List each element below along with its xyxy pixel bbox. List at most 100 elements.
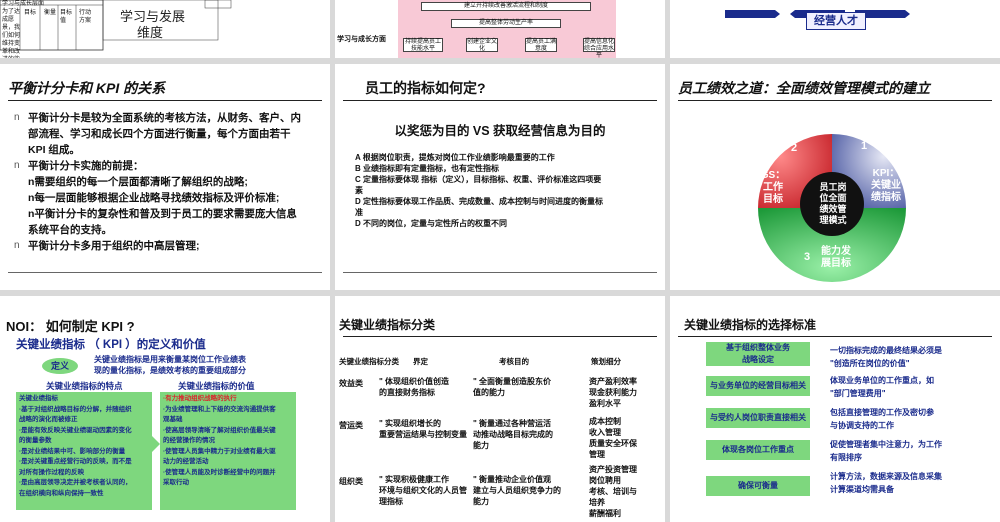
kpi-cat-purpose-line: 建立与人员组织竞争力的 [473,486,561,495]
model-seg1-line: 绩指标 [871,192,901,203]
bsc-bullet-2: 平衡计分卡实施的前提： [28,160,144,172]
kpi-cat-header: 界定 [413,357,428,366]
kpi-cat-header: 关键业绩指标分类 [339,357,399,366]
kpi-value-line-first: ·有力推动组织战略的执行 [163,395,237,402]
kpi-sel-desc-line: "创造所在岗位的价值" [830,359,910,368]
kpi-cat-detail: 资产盈利效率 现金获利能力 盈利水平 [589,376,661,409]
kpi-value-line: ·为业绩管理和上下级的交流沟通提供客 [163,405,276,413]
kpi-sel-title-rule [678,336,992,337]
strategy-box-it: 提高信息化综合应用水平 [583,38,615,58]
emp-title-rule [343,100,657,101]
kpi-sel-desc: 体现业务单位的工作重点，如 "部门管理费用" [830,374,990,400]
slide-kpi-selection[interactable]: 关键业绩指标的选择标准 基于组织整体业务 战略设定 一切指标完成的最终结果必须是… [670,296,1000,522]
kpi-cat-purpose-line: " 全面衡量创造股东价 [473,377,552,386]
kpi-feature-line: 在组织横向和纵向保持一致性 [19,489,104,497]
kpi-features-box: 关键业绩指标 ·基于对组织战略目标的分解，并随组织 战略的演化而被修正 ·是能有… [16,392,152,510]
kpi-value-title: 关键业绩指标的价值 [178,381,255,391]
kpi-cat-def-line: 重要营运结果与控制变量 [379,430,467,439]
model-title: 员工绩效之道：全面绩效管理模式的建立 [678,80,930,96]
kpi-feature-line: 的衡量参数 [19,437,52,444]
kpi-cat-detail-line: 资产投资管理 [589,465,637,474]
table-col-target-value: 目标值 [60,10,73,24]
kpi-sel-desc: 计算方法，数据来源及信息采集 计算渠道均需具备 [830,470,990,496]
kpi-feature-line: ·是由高层领导决定并被考核者认同的， [19,479,132,486]
kpi-feature-line: ·是对关键重点经营行动的反映，而不是 [19,458,132,465]
kpi-def-line: 关键业绩指标是用来衡量某岗位工作业绩表 [94,355,246,364]
model-seg3-text: 能力发 展目标 [816,246,856,270]
kpi-sel-desc-line: 促使管理者集中注意力，为工作 [830,440,942,449]
bsc-bullet-1-line1: 平衡计分卡是较为全面系统的考核方法，从财务、客户、内 [28,112,301,124]
slide-performance-model[interactable]: 员工绩效之道：全面绩效管理模式的建立 员工岗 位全面 绩效管 理模式 1 KPI… [670,64,1000,290]
kpi-sel-desc-line: 一切指标完成的最终结果必须是 [830,346,942,355]
kpi-feature-line: 战略的演化而被修正 [19,416,78,423]
kpi-cat-detail: 成本控制 收入管理 质量安全环保 管理 [589,416,661,460]
emp-line: A 根据岗位职责，提炼对岗位工作业绩影响最重要的工作 [355,153,555,162]
kpi-value-line: ·使高层领导清晰了解对组织价值最关键 [163,426,276,434]
kpi-cat-category: 组织类 [339,477,363,486]
model-seg1-line: 关键业 [871,180,901,191]
kpi-cat-detail-line: 培养 [589,498,605,507]
kpi-sel-desc-line: 包括直接管理的工作及密切参 [830,408,934,417]
kpi-cat-detail-line: 现金获利能力 [589,388,637,397]
kpi-cat-def-line: 环境与组织文化的人员管 [379,486,467,495]
model-seg2-num: 2 [791,142,798,154]
kpi-sel-criterion: 确保可衡量 [706,476,810,496]
slide-talent[interactable]: 经营人才 [670,0,1000,58]
kpi-cat-def: " 实现积极健康工作 环境与组织文化的人员管 理指标 [379,474,473,507]
kpi-cat-purpose: " 全面衡量创造股东价 值的能力 [473,376,573,398]
model-seg1-text: KPI： 关键业 绩指标 [866,168,906,204]
kpi-arrow-icon [152,436,160,452]
strategy-row-productivity: 提高整体劳动生产率 [451,19,561,28]
model-seg3-num: 3 [804,251,811,263]
kpi-feature-line: ·是对业绩结果中可、影响部分的衡量 [19,447,126,455]
model-seg3-line: 展目标 [821,258,851,269]
learning-caption-line2: 维度 [137,25,164,40]
model-center-line: 绩效管 [819,204,847,214]
table-header-label: 学习与成长层面 [2,1,45,7]
slide-bsc-kpi[interactable]: 平衡计分卡和 KPI 的关系 n 平衡计分卡是较为全面系统的考核方法，从财务、客… [0,64,330,290]
kpi-cat-purpose-line: 动推动战略目标完成的 [473,430,553,439]
kpi-feature-line: ·基于对组织战略目标的分解，并随组织 [19,405,132,413]
kpi-cat-def-line: " 实现积极健康工作 [379,475,450,484]
kpi-cat-def: " 实现组织增长的 重要营运结果与控制变量 [379,418,473,440]
kpi-def-line: 现的量化指标，是绩效考核的重要组成部分 [94,366,246,375]
kpi-def-text: 关键业绩指标是用来衡量某岗位工作业绩表 现的量化指标，是绩效考核的重要组成部分 [94,354,294,376]
kpi-cat-title-rule [343,336,657,337]
kpi-cat-detail-line: 管理 [589,450,605,459]
model-seg2-line: GS： [760,170,786,181]
kpi-sel-desc-line: 计算渠道均需具备 [830,485,894,494]
emp-line: 准 [355,208,363,217]
slide-learning-growth-table[interactable]: 学习与成长层面 为了达成愿景，我们如何维持变革和改进的能力？ 目标 衡量 目标值… [0,0,330,58]
kpi-sel-criterion: 体现各岗位工作重点 [706,440,810,460]
bsc-bullet-1-line2: 部流程、学习和成长四个方面进行衡量，每个方面由若干 [28,128,291,140]
kpi-cat-purpose-line: 能力 [473,441,489,450]
emp-line: C 定量指标要体现 指标（定义），目标指标、权重、评价标准这四项要 [355,175,602,184]
slide-employee-indicators[interactable]: 员工的指标如何定? 以奖惩为目的 VS 获取经营信息为目的 A 根据岗位职责，提… [335,64,665,290]
kpi-cat-header: 考核目的 [499,357,529,366]
kpi-value-line: ·使管理人员集中精力于对业绩有最大驱 [163,447,276,455]
model-seg2-line: 目标 [763,194,783,205]
kpi-value-line: 动力的经营活动 [163,458,209,465]
kpi-sel-desc-line: 有限排序 [830,453,862,462]
kpi-cat-header: 策划细分 [591,357,621,366]
bsc-bullet-mark: n [14,160,20,171]
kpi-cat-category: 营运类 [339,421,363,430]
kpi-cat-detail-line: 考核、培训与 [589,487,637,496]
emp-line: 素 [355,186,363,195]
bsc-bottom-rule [8,272,322,273]
kpi-sel-desc-line: 与协调支持的工作 [830,421,894,430]
bsc-bullet-mark: n [14,112,20,123]
bsc-bullet-3: 平衡计分卡多用于组织的中高层管理; [28,240,200,252]
slide-kpi-categories[interactable]: 关键业绩指标分类 关键业绩指标分类 界定 考核目的 策划细分 效益类 " 体现组… [335,296,665,522]
slide-strategy-map[interactable]: 学习与成长方面 建立开持续改善激活流程和制度 提高整体劳动生产率 持续提高员工技… [335,0,665,58]
kpi-cat-purpose: " 衡量推动企业价值观 建立与人员组织竞争力的 能力 [473,474,573,507]
bsc-bullet-mark: n [14,240,20,251]
model-title-rule [678,100,992,101]
kpi-def-title: NOI： 如何制定 KPI ? [6,319,135,334]
slide-kpi-definition[interactable]: NOI： 如何制定 KPI ? 关键业绩指标 （ KPI ）的定义和价值 定义 … [0,296,330,522]
kpi-cat-purpose: " 衡量通过各种营运活 动推动战略目标完成的 能力 [473,418,573,451]
table-col-target: 目标 [24,10,37,16]
model-seg3-line: 能力发 [821,246,851,257]
kpi-value-line: 采取行动 [163,479,189,486]
kpi-cat-detail-line: 质量安全环保 [589,439,637,448]
